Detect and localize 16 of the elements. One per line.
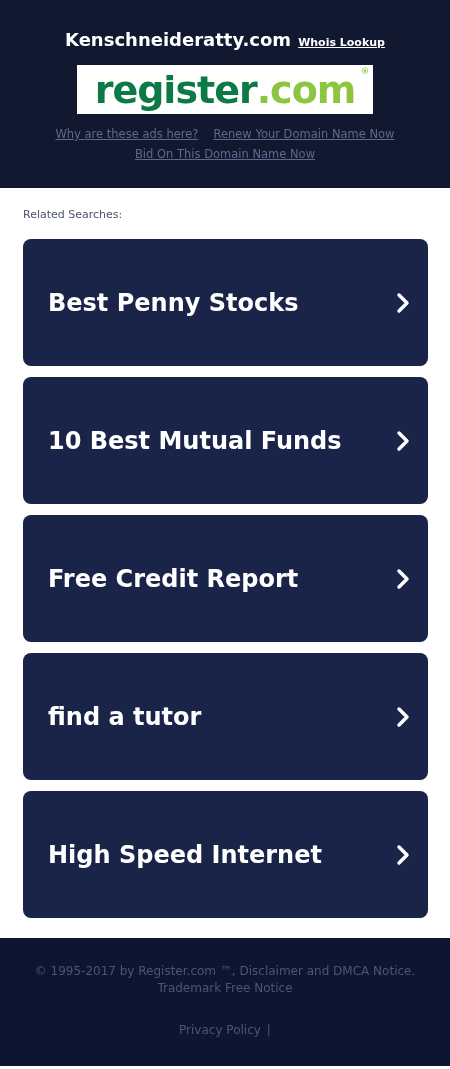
chevron-right-icon [396,705,410,728]
search-link-card[interactable]: Best Penny Stocks [23,239,428,366]
search-link-card[interactable]: find a tutor [23,653,428,780]
chevron-right-icon [396,567,410,590]
search-link-card[interactable]: 10 Best Mutual Funds [23,377,428,504]
chevron-right-icon [396,843,410,866]
register-logo: register.com® [77,65,373,114]
search-link-card[interactable]: Free Credit Report [23,515,428,642]
chevron-right-icon [396,291,410,314]
search-link-card[interactable]: High Speed Internet [23,791,428,918]
related-searches-title: Related Searches: [23,208,124,221]
whois-link[interactable]: Whois Lookup [298,36,385,49]
copyright-notice: © 1995-2017 by Register.com ™, Disclaimer and DMCA Notice. Trademark Free Notice [33,963,417,997]
domain-title: Kenschneideratty.com [65,29,292,50]
chevron-right-icon [396,429,410,452]
separator-text: | [266,1023,271,1037]
